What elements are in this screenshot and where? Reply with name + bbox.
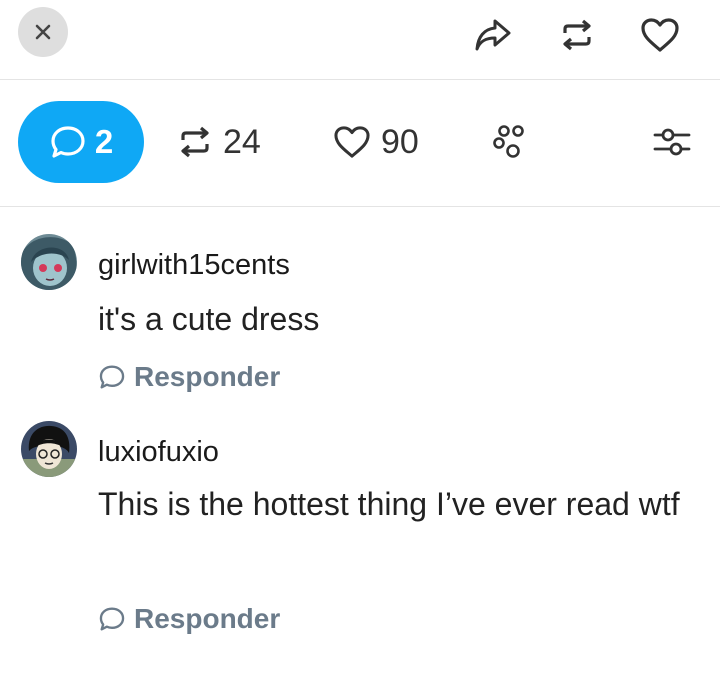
avatar-image: [21, 234, 77, 290]
reblog-icon: [181, 126, 209, 158]
reblog-button[interactable]: [555, 13, 599, 57]
comment-text: This is the hottest thing I’ve ever read…: [98, 486, 680, 522]
reblogs-count: 24: [223, 122, 261, 161]
community-tab[interactable]: [489, 120, 533, 164]
comment-item: girlwith15cents it's a cute dress Respon…: [0, 207, 720, 407]
comment-username[interactable]: girlwith15cents: [98, 249, 290, 282]
reply-label: Responder: [134, 361, 281, 392]
reply-button[interactable]: Responder: [98, 603, 280, 635]
reblog-icon: [563, 19, 591, 51]
reblogs-tab[interactable]: 24: [177, 120, 261, 164]
comment-username[interactable]: luxiofuxio: [98, 436, 219, 469]
reply-label: Responder: [134, 603, 281, 634]
stats-bar: 2 24 90: [0, 80, 720, 207]
likes-count: 90: [381, 122, 419, 161]
share-icon: [475, 19, 511, 51]
avatar-image: [21, 421, 77, 477]
comments-count: 2: [94, 123, 114, 160]
avatar[interactable]: [21, 421, 77, 477]
comment-icon: [99, 365, 125, 389]
close-button[interactable]: [18, 7, 68, 57]
comment-icon: [99, 607, 125, 631]
filter-button[interactable]: [650, 120, 694, 164]
comments-tab[interactable]: 2: [18, 101, 144, 183]
comment-item: luxiofuxio This is the hottest thing I’v…: [0, 407, 720, 667]
heart-icon: [334, 126, 370, 158]
comment-text: it's a cute dress: [98, 301, 320, 337]
bubbles-icon: [493, 125, 524, 158]
top-bar: [0, 0, 720, 80]
like-button[interactable]: [638, 13, 682, 57]
reply-button[interactable]: Responder: [98, 361, 280, 393]
heart-icon: [641, 18, 679, 52]
avatar[interactable]: [21, 234, 77, 290]
comment-icon: [51, 126, 85, 158]
share-button[interactable]: [471, 13, 515, 57]
sliders-icon: [653, 128, 691, 156]
likes-tab[interactable]: 90: [333, 120, 419, 164]
close-icon: [35, 24, 51, 40]
